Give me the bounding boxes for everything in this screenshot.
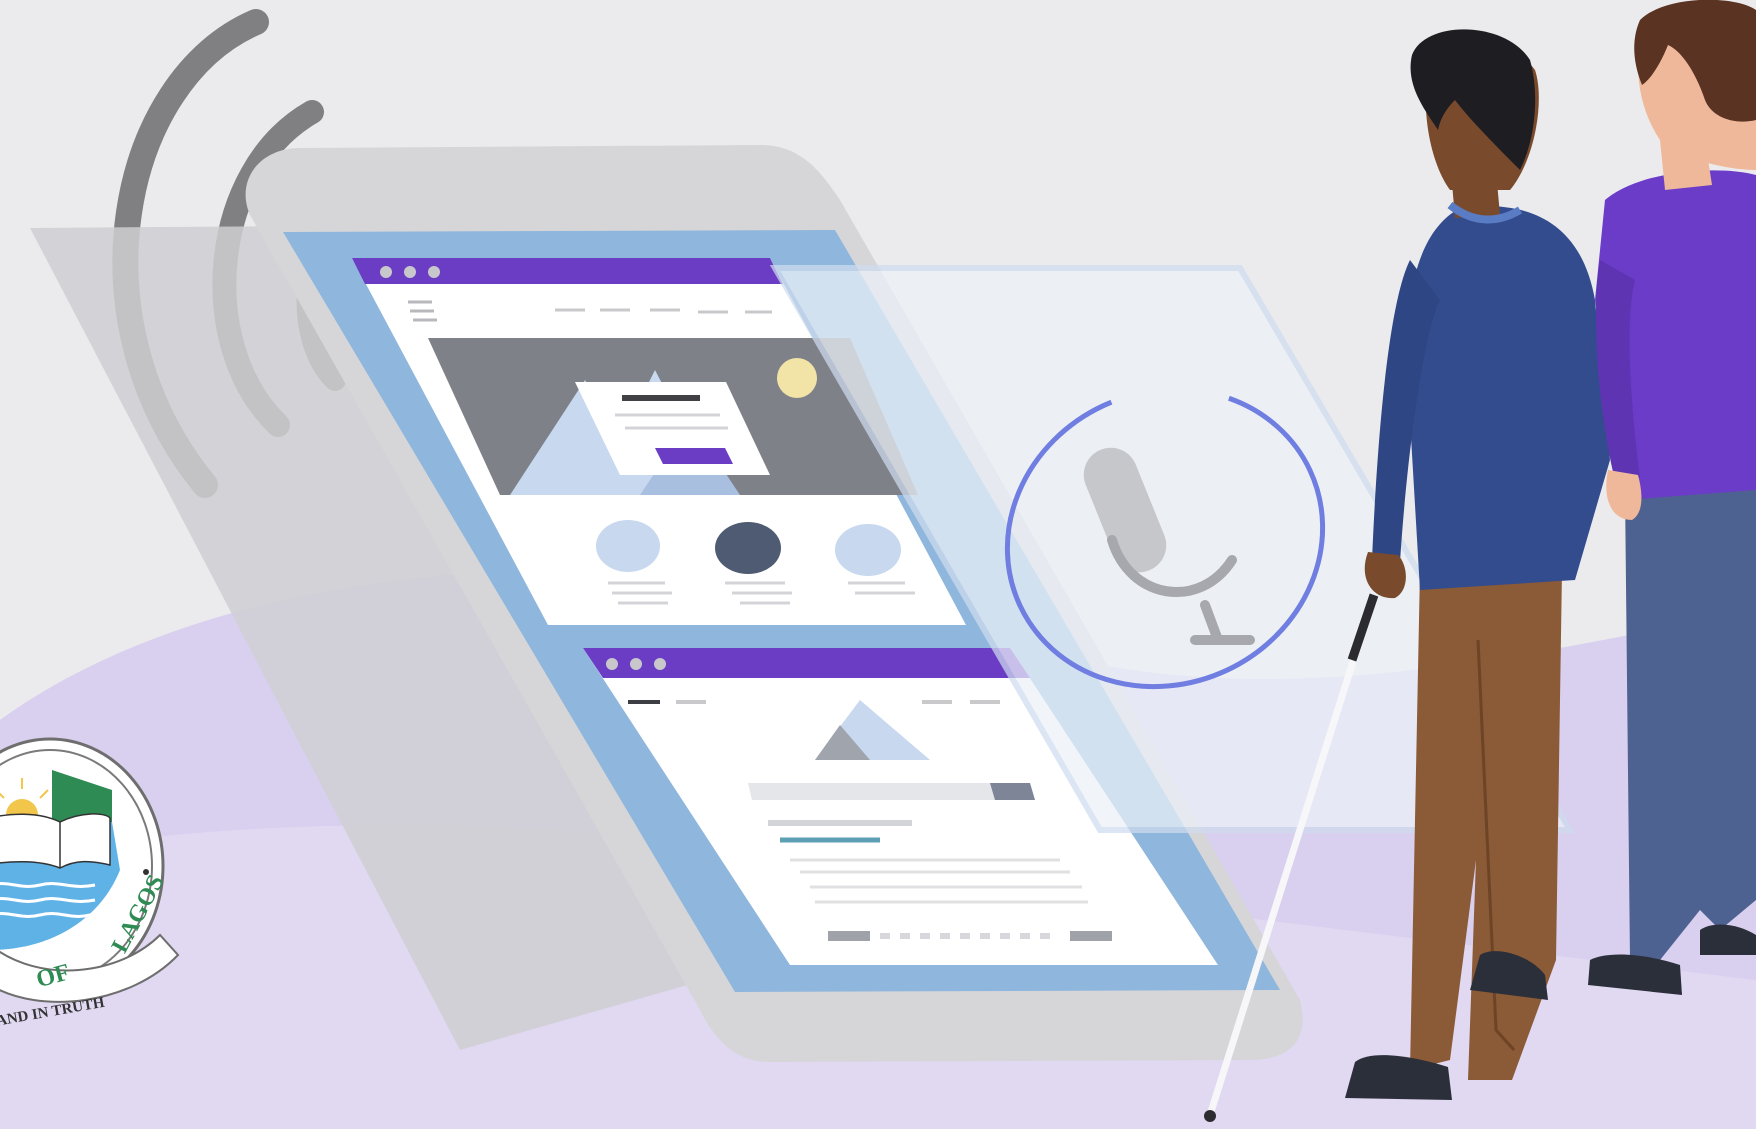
feature-circle bbox=[715, 522, 781, 574]
feature-circle bbox=[835, 524, 901, 576]
browser-title-bar bbox=[583, 648, 1030, 678]
feature-circle bbox=[596, 520, 660, 572]
sweater bbox=[1406, 206, 1610, 590]
window-dot bbox=[404, 266, 416, 278]
accessibility-illustration: OF LAGOS AND IN TRUTH bbox=[0, 0, 1756, 1129]
window-dot bbox=[606, 658, 618, 670]
window-dot bbox=[380, 266, 392, 278]
hero-button bbox=[655, 448, 733, 464]
browser-title-bar bbox=[352, 258, 783, 284]
window-dot bbox=[428, 266, 440, 278]
window-dot bbox=[654, 658, 666, 670]
sun-icon bbox=[777, 358, 817, 398]
window-dot bbox=[630, 658, 642, 670]
